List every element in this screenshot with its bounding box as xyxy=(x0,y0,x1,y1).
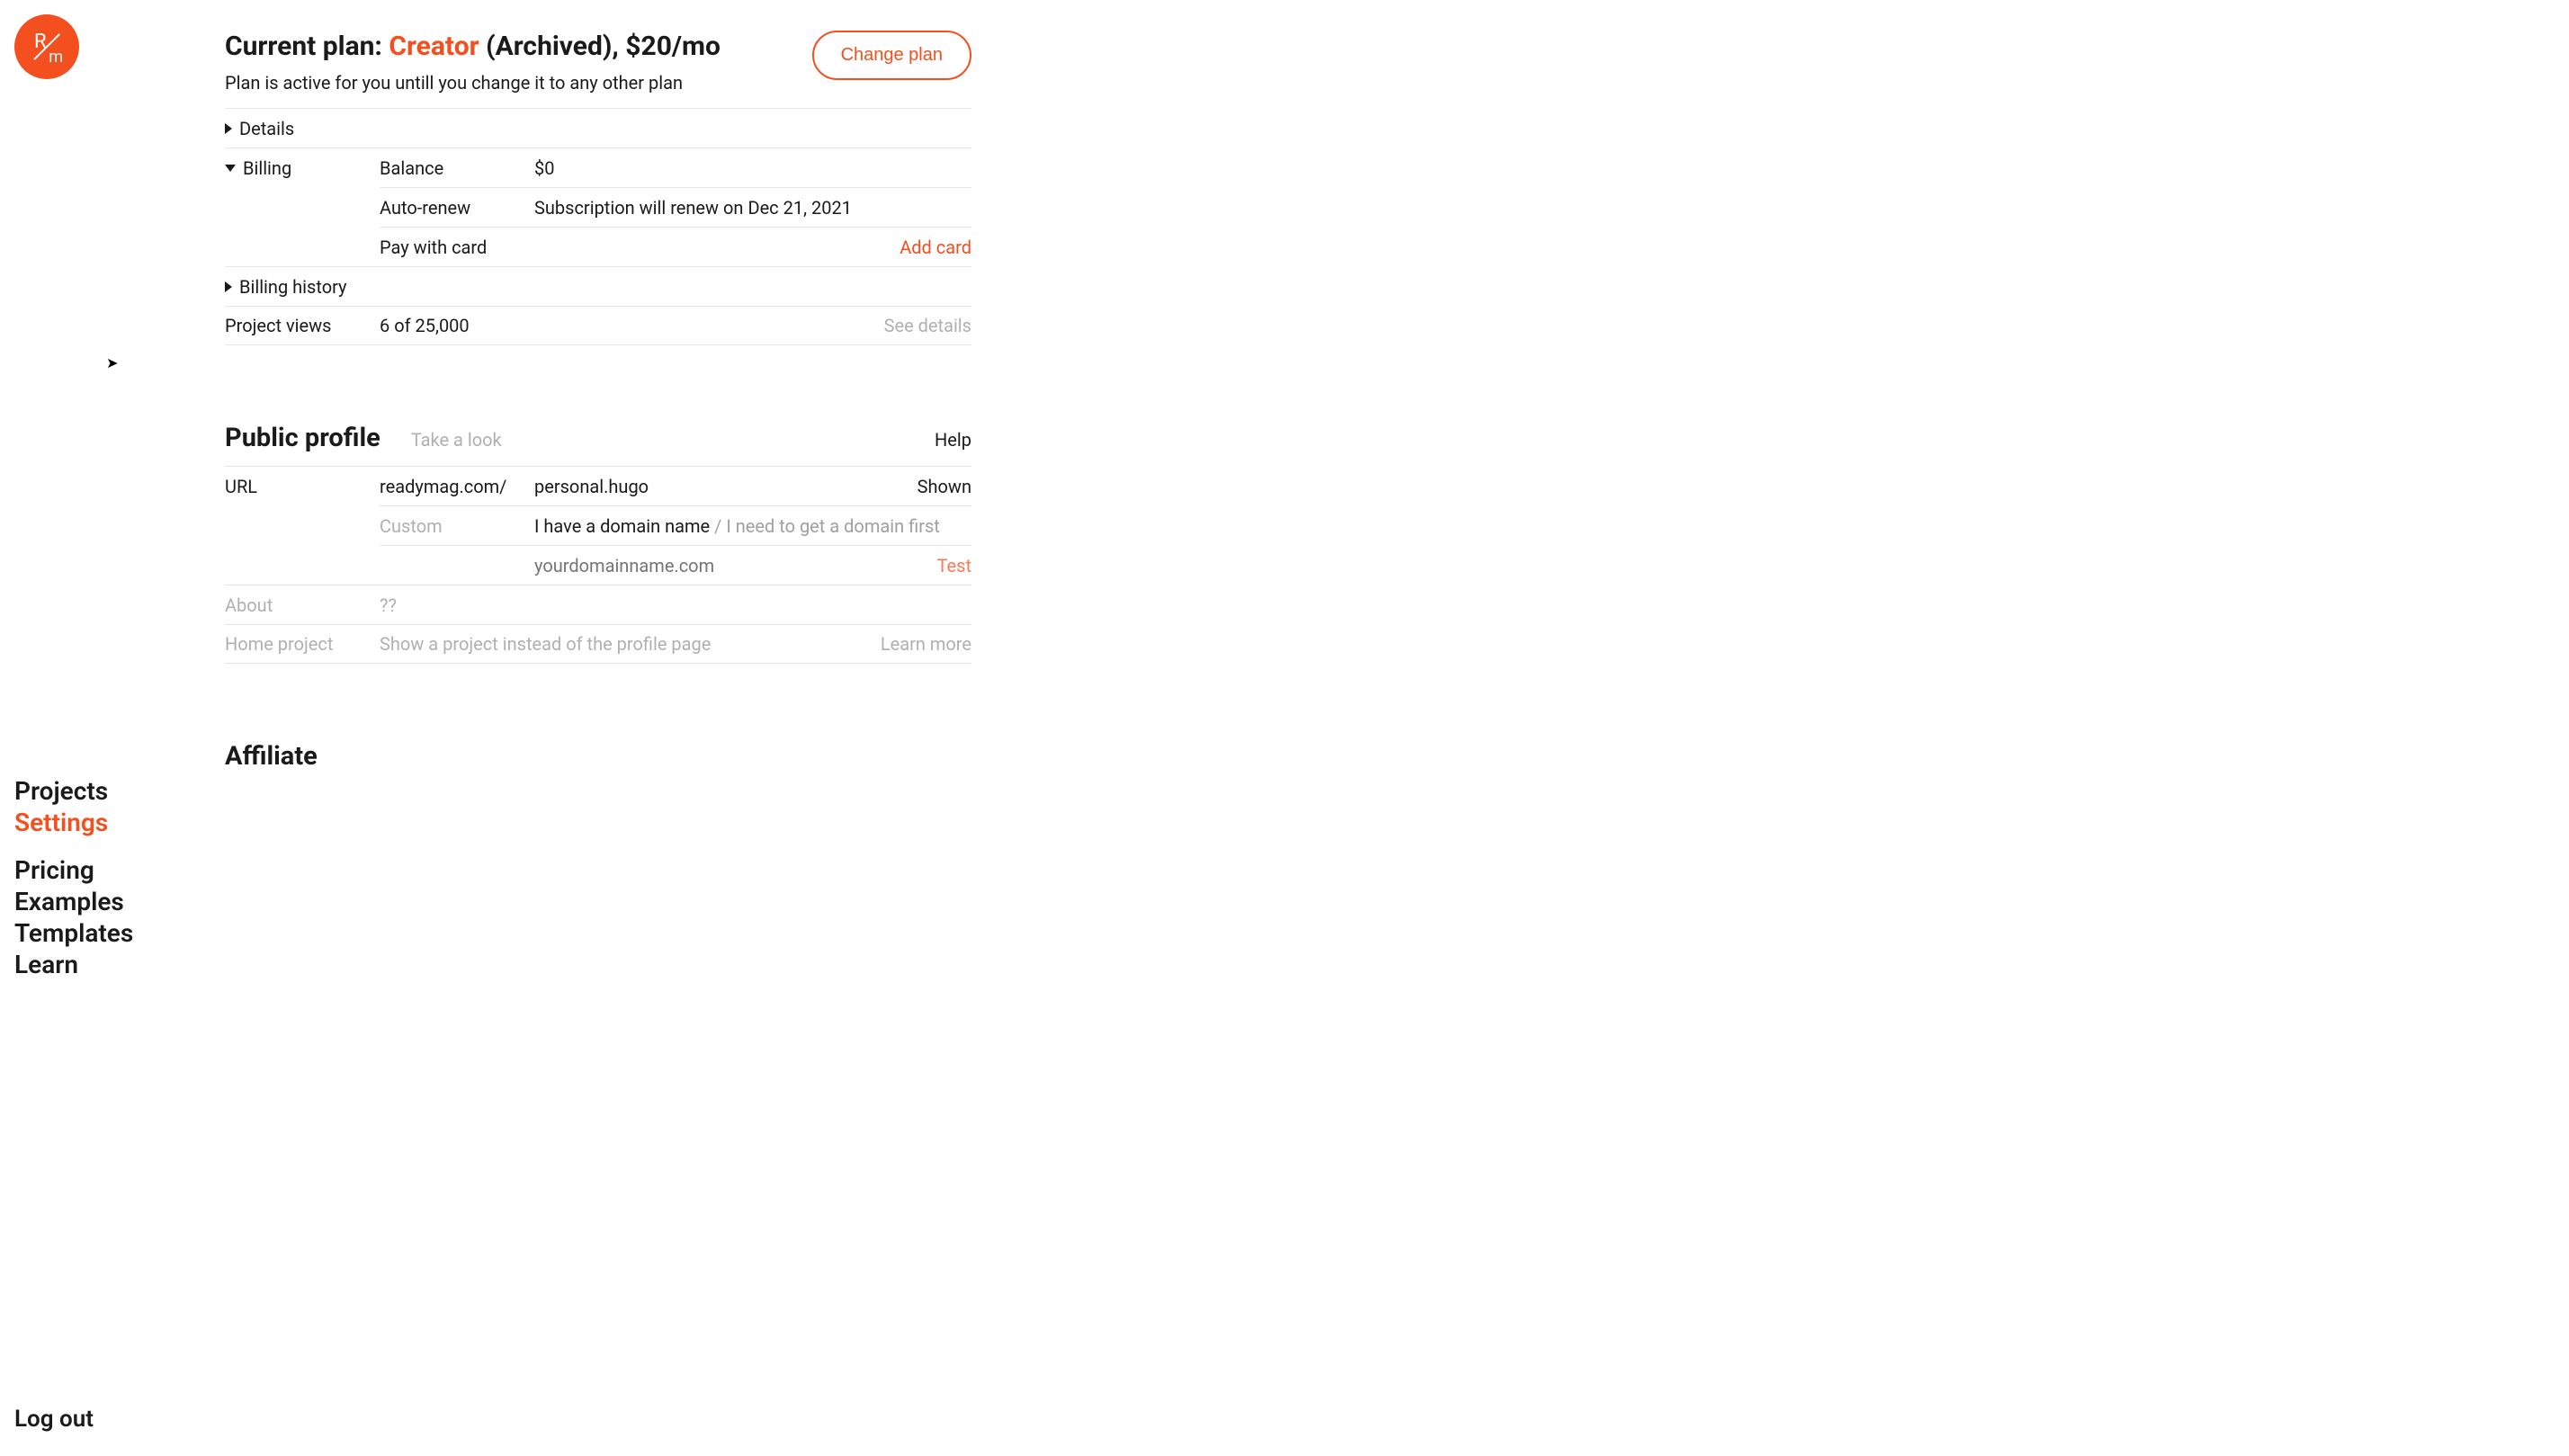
have-domain-option[interactable]: I have a domain name xyxy=(534,515,710,537)
billing-label: Billing xyxy=(243,157,291,179)
plan-subtitle: Plan is active for you untill you change… xyxy=(225,72,721,94)
home-project-desc: Show a project instead of the profile pa… xyxy=(380,633,881,655)
about-row: About ?? xyxy=(225,585,971,624)
custom-domain-row: Custom I have a domain name / I need to … xyxy=(380,505,971,545)
plan-prefix: Current plan: xyxy=(225,31,389,62)
option-separator: / xyxy=(710,515,726,537)
public-profile-title: Public profile xyxy=(225,423,380,453)
take-a-look-link[interactable]: Take a look xyxy=(411,429,502,451)
project-views-value: 6 of 25,000 xyxy=(380,315,884,336)
logo[interactable]: R m xyxy=(14,14,79,79)
url-row: URL readymag.com/ personal.hugo Shown xyxy=(225,466,971,505)
home-project-row: Home project Show a project instead of t… xyxy=(225,624,971,664)
domain-input-row: Test xyxy=(380,545,971,585)
nav-pricing[interactable]: Pricing xyxy=(14,854,201,886)
billing-history-label: Billing history xyxy=(239,276,347,298)
chevron-right-icon xyxy=(225,281,232,292)
nav-logout[interactable]: Log out xyxy=(14,1406,201,1442)
url-value[interactable]: personal.hugo xyxy=(534,476,918,497)
project-views-label: Project views xyxy=(225,315,331,336)
see-details-link[interactable]: See details xyxy=(884,315,971,336)
chevron-right-icon xyxy=(225,123,232,134)
autorenew-label: Auto-renew xyxy=(380,197,534,219)
about-label: About xyxy=(225,594,380,616)
nav-learn[interactable]: Learn xyxy=(14,949,201,980)
url-shown[interactable]: Shown xyxy=(918,476,971,497)
test-domain-link[interactable]: Test xyxy=(937,555,971,576)
balance-value: $0 xyxy=(534,157,971,179)
nav-examples[interactable]: Examples xyxy=(14,886,201,917)
url-label: URL xyxy=(225,476,380,497)
help-link[interactable]: Help xyxy=(935,429,971,451)
affiliate-title: Affiliate xyxy=(225,741,971,772)
cursor-icon: ➤ xyxy=(106,354,118,371)
home-project-label: Home project xyxy=(225,633,380,655)
plan-title: Current plan: Creator (Archived), $20/mo xyxy=(225,31,721,63)
change-plan-button[interactable]: Change plan xyxy=(812,31,971,80)
nav-templates[interactable]: Templates xyxy=(14,917,201,949)
nav-settings[interactable]: Settings xyxy=(14,807,201,838)
autorenew-value: Subscription will renew on Dec 21, 2021 xyxy=(534,197,971,219)
plan-name: Creator xyxy=(389,31,479,62)
nav-projects[interactable]: Projects xyxy=(14,775,201,807)
autorenew-row: Auto-renew Subscription will renew on De… xyxy=(380,187,971,227)
billing-history-row[interactable]: Billing history xyxy=(225,266,971,306)
url-prefix: readymag.com/ xyxy=(380,476,534,497)
balance-label: Balance xyxy=(380,157,534,179)
project-views-row: Project views 6 of 25,000 See details xyxy=(225,306,971,345)
learn-more-link[interactable]: Learn more xyxy=(881,633,971,655)
billing-balance-row: Billing Balance $0 xyxy=(225,147,971,187)
chevron-down-icon xyxy=(225,165,236,172)
domain-name-input[interactable] xyxy=(534,555,763,576)
details-row[interactable]: Details xyxy=(225,108,971,147)
about-value[interactable]: ?? xyxy=(380,594,971,616)
details-label: Details xyxy=(239,118,294,139)
paywithcard-row: Pay with card Add card xyxy=(380,227,971,266)
plan-suffix: (Archived), $20/mo xyxy=(479,31,721,62)
paywithcard-label: Pay with card xyxy=(380,237,534,258)
need-domain-option[interactable]: I need to get a domain first xyxy=(726,515,940,537)
billing-toggle[interactable]: Billing xyxy=(225,157,380,179)
custom-label: Custom xyxy=(380,515,534,537)
logo-m: m xyxy=(49,48,63,67)
add-card-link[interactable]: Add card xyxy=(900,237,971,258)
